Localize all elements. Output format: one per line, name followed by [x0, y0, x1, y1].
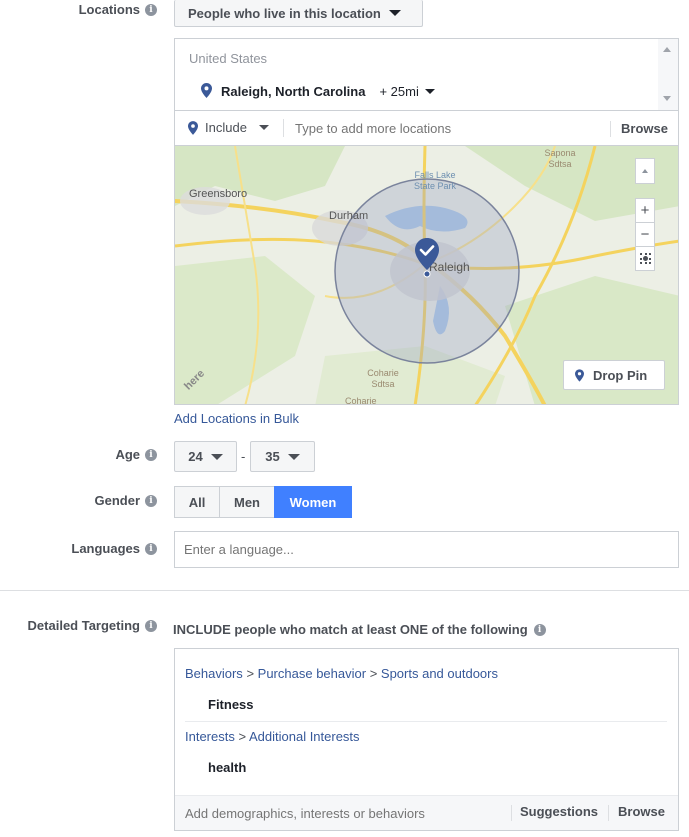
map-place-label: Sapona Sdtsa — [544, 148, 576, 169]
location-browse-button[interactable]: Browse — [621, 121, 668, 136]
chevron-up-icon — [642, 169, 648, 173]
breadcrumb-link[interactable]: Interests — [185, 729, 235, 744]
caret-down-icon — [388, 10, 401, 16]
zoom-in-button[interactable]: + — [635, 198, 655, 223]
info-icon[interactable]: i — [533, 623, 546, 636]
include-dropdown[interactable]: Include — [188, 120, 269, 135]
targeting-group: Interests > Additional Interests health — [185, 722, 667, 792]
gender-all-button[interactable]: All — [174, 486, 220, 518]
breadcrumb-link[interactable]: Behaviors — [185, 666, 243, 681]
targeting-item[interactable]: Fitness — [208, 697, 254, 712]
targeting-breadcrumb: Behaviors > Purchase behavior > Sports a… — [185, 666, 498, 681]
add-locations-bulk-link[interactable]: Add Locations in Bulk — [174, 411, 299, 426]
location-search-input[interactable] — [293, 118, 603, 138]
location-pin-icon — [188, 120, 198, 135]
location-pin-icon — [575, 368, 584, 382]
list-scrollbar[interactable] — [658, 39, 678, 111]
separator — [511, 805, 512, 821]
age-separator: - — [241, 449, 246, 464]
info-icon[interactable]: i — [145, 3, 157, 16]
info-icon[interactable]: i — [145, 619, 157, 632]
breadcrumb-link[interactable]: Purchase behavior — [258, 666, 366, 681]
language-input[interactable] — [174, 531, 679, 568]
separator — [608, 805, 609, 821]
selected-location: Raleigh, North Carolina — [221, 84, 366, 99]
map-place-label: Durham — [329, 210, 369, 222]
recenter-button[interactable] — [635, 246, 655, 271]
location-pin-icon — [201, 83, 212, 98]
gender-men-button[interactable]: Men — [219, 486, 275, 518]
targeting-group: Behaviors > Purchase behavior > Sports a… — [185, 649, 667, 722]
section-divider — [0, 590, 689, 591]
caret-down-icon — [424, 89, 435, 94]
map-place-label: Coharie — [345, 396, 377, 405]
location-list: United States Raleigh, North Carolina + … — [174, 38, 679, 111]
age-min-dropdown[interactable]: 24 — [174, 441, 237, 472]
targeting-search-input[interactable] — [183, 803, 503, 823]
age-max-dropdown[interactable]: 35 — [250, 441, 315, 472]
gender-label: Gender i — [94, 493, 157, 508]
map-expand-button[interactable] — [635, 158, 655, 184]
include-description: INCLUDE people who match at least ONE of… — [173, 622, 546, 637]
caret-down-icon — [210, 453, 223, 460]
info-icon[interactable]: i — [145, 448, 157, 461]
info-icon[interactable]: i — [145, 542, 157, 555]
detailed-targeting-label: Detailed Targeting i — [28, 618, 157, 633]
zoom-out-button[interactable]: − — [635, 222, 655, 247]
caret-down-icon — [287, 453, 300, 460]
location-type-dropdown[interactable]: People who live in this location — [174, 0, 423, 27]
location-map[interactable]: Greensboro Durham Falls Lake State Park … — [174, 145, 679, 405]
targeting-input-row: Suggestions Browse — [175, 795, 678, 830]
separator — [283, 119, 284, 137]
separator — [610, 121, 611, 137]
targeting-box: Behaviors > Purchase behavior > Sports a… — [174, 648, 679, 831]
map-place-label: Coharie Sdtsa — [367, 368, 399, 389]
country-header: United States — [189, 51, 268, 66]
caret-down-icon — [258, 125, 269, 130]
selected-location-row: Raleigh, North Carolina + 25mi — [201, 83, 435, 99]
languages-label: Languages i — [71, 541, 157, 556]
scroll-down-icon[interactable] — [663, 96, 671, 101]
locations-label: Locations i — [79, 2, 157, 17]
map-location-pin-icon[interactable] — [414, 238, 440, 281]
breadcrumb-link[interactable]: Additional Interests — [249, 729, 360, 744]
location-input-row: Include Browse — [174, 110, 679, 145]
map-place-label: Greensboro — [189, 188, 248, 200]
targeting-item[interactable]: health — [208, 760, 246, 775]
targeting-breadcrumb: Interests > Additional Interests — [185, 729, 360, 744]
drop-pin-button[interactable]: Drop Pin — [563, 360, 665, 390]
age-label: Age i — [115, 447, 157, 462]
recenter-icon — [639, 253, 651, 264]
breadcrumb-link[interactable]: Sports and outdoors — [381, 666, 498, 681]
radius-dropdown[interactable]: + 25mi — [379, 84, 435, 99]
suggestions-button[interactable]: Suggestions — [520, 804, 598, 819]
info-icon[interactable]: i — [145, 494, 157, 507]
map-place-label: Falls Lake State Park — [413, 170, 457, 191]
gender-women-button[interactable]: Women — [274, 486, 352, 518]
targeting-browse-button[interactable]: Browse — [618, 804, 665, 819]
scroll-up-icon[interactable] — [663, 47, 671, 52]
